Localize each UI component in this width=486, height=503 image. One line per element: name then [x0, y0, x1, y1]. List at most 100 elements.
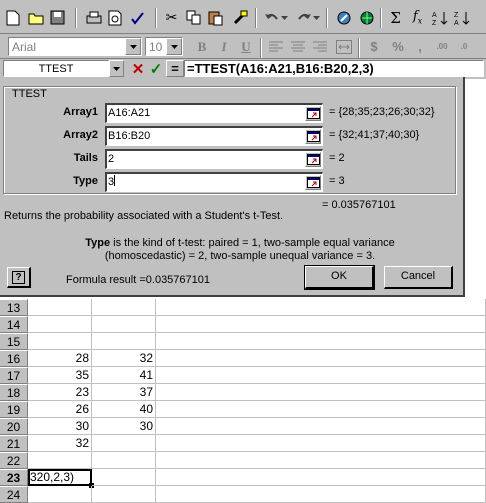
cell-a[interactable] [28, 299, 92, 316]
row-header[interactable]: 18 [0, 384, 28, 401]
merge-center-icon[interactable] [334, 37, 354, 56]
type-field[interactable]: 3 [105, 172, 323, 192]
cell-b[interactable] [92, 486, 156, 503]
align-left-icon[interactable] [266, 37, 286, 56]
autosum-icon[interactable]: Σ [386, 8, 405, 27]
increase-decimal-icon[interactable]: .00 [432, 37, 452, 56]
edit-formula-button[interactable]: = [166, 60, 184, 77]
cell-a[interactable]: 23 [28, 384, 92, 401]
cell-c[interactable] [156, 316, 486, 333]
cell-c[interactable] [156, 333, 486, 350]
row-header[interactable]: 24 [0, 486, 28, 503]
cell-b[interactable] [92, 435, 156, 452]
font-name-combo[interactable]: Arial [8, 37, 142, 56]
collapse-dialog-icon[interactable] [305, 106, 321, 121]
bold-icon[interactable]: B [192, 37, 212, 56]
tails-field[interactable]: 2 [105, 149, 323, 169]
cut-icon[interactable]: ✂ [162, 8, 181, 27]
row-header[interactable]: 19 [0, 401, 28, 418]
new-document-icon[interactable] [3, 8, 22, 27]
formula-input[interactable]: =TTEST(A16:A21,B16:B20,2,3) [184, 60, 484, 77]
percent-icon[interactable]: % [388, 37, 408, 56]
cell-b[interactable]: 32 [92, 350, 156, 367]
cell-a[interactable] [28, 316, 92, 333]
open-folder-icon[interactable] [26, 8, 45, 27]
currency-icon[interactable]: $ [364, 37, 384, 56]
cell-a[interactable] [28, 486, 92, 503]
cell-c[interactable] [156, 350, 486, 367]
row-header[interactable]: 21 [0, 435, 28, 452]
cell-a[interactable]: 35 [28, 367, 92, 384]
cell-c[interactable] [156, 418, 486, 435]
cell-b[interactable]: 40 [92, 401, 156, 418]
cell-c[interactable] [156, 435, 486, 452]
row-header[interactable]: 15 [0, 333, 28, 350]
cell-c[interactable] [156, 367, 486, 384]
cell-b[interactable] [92, 452, 156, 469]
enter-formula-icon[interactable]: ✓ [147, 60, 165, 78]
collapse-dialog-icon[interactable] [305, 175, 321, 190]
copy-icon[interactable] [184, 8, 203, 27]
row-header[interactable]: 22 [0, 452, 28, 469]
cell-a[interactable]: 32 [28, 435, 92, 452]
sort-ascending-icon[interactable]: AZ [430, 8, 449, 27]
redo-dropdown-icon[interactable] [312, 8, 320, 27]
cell-b[interactable]: 37 [92, 384, 156, 401]
cell-b[interactable] [92, 333, 156, 350]
cell-a[interactable]: 28 [28, 350, 92, 367]
italic-icon[interactable]: I [214, 37, 234, 56]
help-button[interactable]: ? [7, 267, 31, 288]
cell-b[interactable] [92, 469, 156, 486]
collapse-dialog-icon[interactable] [305, 152, 321, 167]
cell-c[interactable] [156, 299, 486, 316]
cell-a[interactable] [28, 452, 92, 469]
row-header[interactable]: 13 [0, 299, 28, 316]
cell-c[interactable] [156, 401, 486, 418]
print-icon[interactable] [84, 8, 103, 27]
cell-a[interactable]: 30 [28, 418, 92, 435]
cancel-button[interactable]: Cancel [384, 266, 453, 289]
ok-button[interactable]: OK [304, 265, 375, 290]
cell-a[interactable]: 26 [28, 401, 92, 418]
chevron-down-icon[interactable] [125, 38, 141, 55]
chevron-down-icon[interactable] [109, 60, 124, 77]
name-box[interactable]: TTEST [3, 60, 109, 77]
align-center-icon[interactable] [288, 37, 308, 56]
row-header[interactable]: 14 [0, 316, 28, 333]
align-right-icon[interactable] [310, 37, 330, 56]
cell-c[interactable] [156, 384, 486, 401]
print-preview-icon[interactable] [106, 8, 125, 27]
decrease-decimal-icon[interactable]: .0 [454, 37, 474, 56]
sort-descending-icon[interactable]: ZA [452, 8, 471, 27]
cell-c[interactable] [156, 452, 486, 469]
redo-icon[interactable] [294, 8, 313, 27]
font-size-combo[interactable]: 10 [145, 37, 183, 56]
cell-b[interactable] [92, 316, 156, 333]
cell-c[interactable] [156, 486, 486, 503]
chevron-down-icon[interactable] [166, 38, 182, 55]
insert-hyperlink-icon[interactable] [334, 8, 353, 27]
cell-c[interactable] [156, 469, 486, 486]
array1-field[interactable]: A16:A21 [105, 103, 323, 123]
cell-b[interactable]: 30 [92, 418, 156, 435]
paste-icon[interactable] [206, 8, 225, 27]
format-painter-icon[interactable] [230, 8, 249, 27]
worksheet-grid[interactable]: 13 14 15 16 28 32 17 35 41 18 23 37 19 2… [0, 299, 486, 503]
spelling-icon[interactable] [128, 8, 147, 27]
cell-a[interactable] [28, 333, 92, 350]
web-toolbar-icon[interactable] [357, 8, 376, 27]
collapse-dialog-icon[interactable] [305, 129, 321, 144]
paste-function-icon[interactable]: fx [408, 8, 427, 27]
row-header[interactable]: 23 [0, 469, 28, 486]
comma-style-icon[interactable]: , [410, 37, 430, 56]
undo-dropdown-icon[interactable] [280, 8, 288, 27]
save-icon[interactable] [48, 8, 67, 27]
underline-icon[interactable]: U [236, 37, 256, 56]
undo-icon[interactable] [262, 8, 281, 27]
active-cell[interactable]: 320,2,3) [28, 469, 92, 486]
cell-b[interactable]: 41 [92, 367, 156, 384]
row-header[interactable]: 16 [0, 350, 28, 367]
row-header[interactable]: 20 [0, 418, 28, 435]
cancel-formula-icon[interactable]: ✕ [129, 60, 147, 78]
row-header[interactable]: 17 [0, 367, 28, 384]
